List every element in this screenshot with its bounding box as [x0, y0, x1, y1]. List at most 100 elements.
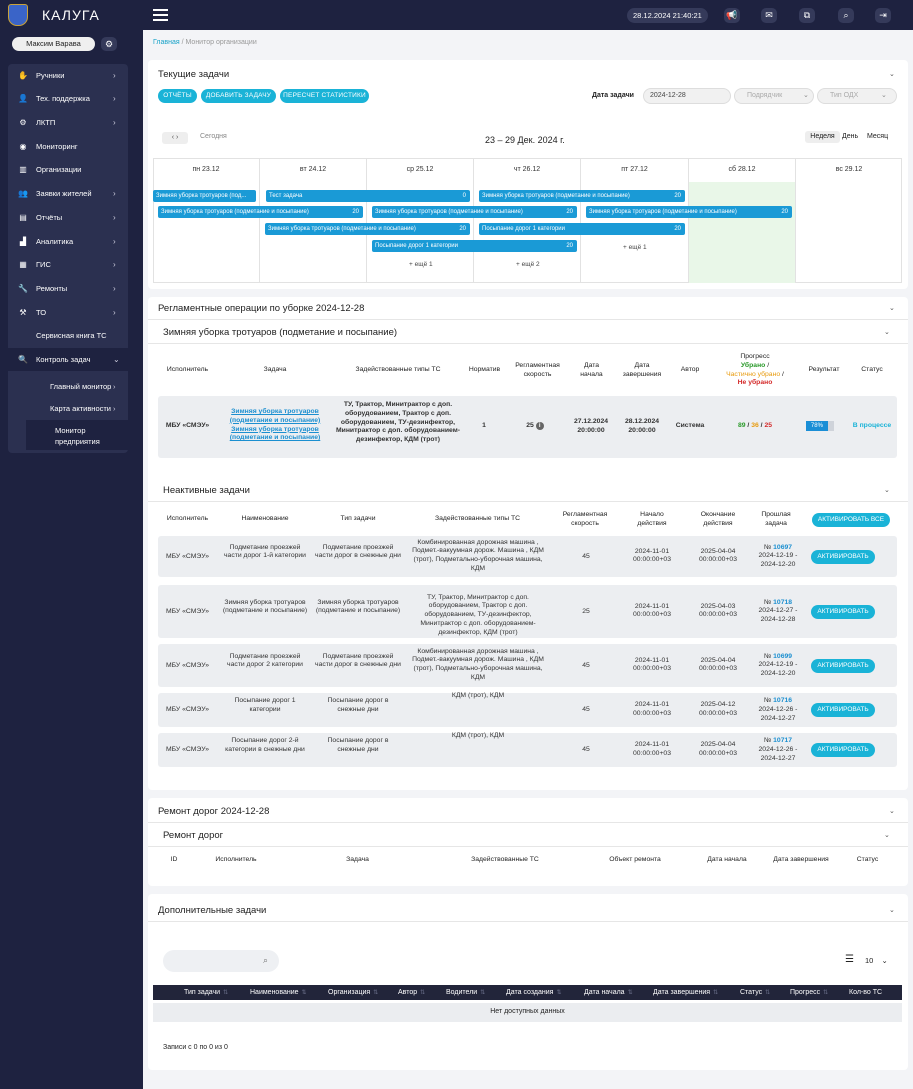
calendar-more-link[interactable]: + ещё 2	[516, 261, 540, 268]
sidebar-item-9[interactable]: 🔧 Ремонты ›	[8, 277, 128, 300]
calendar-event[interactable]: Посыпание дорог 1 категории 20	[372, 240, 577, 252]
search-icon: 🔍	[18, 355, 28, 364]
sidebar-item-7[interactable]: ▟ Аналитика ›	[8, 230, 128, 253]
chevron-right-icon: ›	[113, 94, 116, 103]
extra-col-header[interactable]: Водители ⇅	[446, 985, 485, 1000]
calendar-more-link[interactable]: + ещё 1	[409, 261, 433, 268]
activate-button[interactable]: АКТИВИРОВАТЬ	[811, 703, 875, 717]
calendar-today-button[interactable]: Сегодня	[200, 133, 227, 140]
task-date-input[interactable]: 2024-12-28	[643, 88, 731, 104]
chevron-down-icon[interactable]: ⌄	[889, 807, 895, 815]
extra-col-header[interactable]: Прогресс ⇅	[790, 985, 828, 1000]
menu-toggle-icon[interactable]	[153, 9, 168, 21]
megaphone-icon[interactable]: 📢	[724, 8, 740, 23]
add-task-button[interactable]: ДОБАВИТЬ ЗАДАЧУ	[201, 89, 276, 103]
sidebar-item-label: Аналитика	[36, 237, 74, 246]
sidebar-item-12[interactable]: 🔍 Контроль задач ⌄	[8, 348, 128, 371]
tools-icon: ⚒	[19, 308, 27, 317]
col-task: Задача	[263, 366, 287, 373]
extra-col-header[interactable]: Тип задачи ⇅	[184, 985, 228, 1000]
chevron-right-icon: ›	[113, 308, 116, 317]
calendar-event[interactable]: Зимняя уборка тротуаров (подметание и по…	[265, 223, 470, 235]
calendar-event[interactable]: Зимняя уборка тротуаров (подметание и по…	[586, 206, 792, 218]
activate-button[interactable]: АКТИВИРОВАТЬ	[811, 604, 875, 619]
sidebar-item-5[interactable]: 👥 Заявки жителей ›	[8, 182, 128, 205]
logout-icon[interactable]: ⇥	[875, 8, 891, 23]
wrench-icon: 🔧	[18, 284, 28, 293]
extra-col-header[interactable]: Статус ⇅	[740, 985, 770, 1000]
calendar-event[interactable]: Тест задача 0	[266, 190, 470, 202]
extra-col-header[interactable]: Организация ⇅	[328, 985, 378, 1000]
chevron-down-icon[interactable]: ⌄	[889, 70, 895, 78]
activate-button[interactable]: АКТИВИРОВАТЬ	[811, 549, 875, 564]
prev-task-link[interactable]: 10716	[773, 697, 792, 704]
contractor-select[interactable]: Подрядчик	[734, 88, 814, 104]
calendar-event[interactable]: Посыпание дорог 1 категории 20	[479, 223, 685, 235]
view-day-button[interactable]: День	[842, 133, 858, 140]
prev-task-link[interactable]: 10718	[773, 599, 792, 606]
sidebar-item-10[interactable]: ⚒ ТО ›	[8, 301, 128, 324]
list-icon[interactable]: ☰	[845, 954, 854, 965]
extra-col-header[interactable]: Кол-во ТС	[849, 985, 882, 1000]
sidebar-item-0[interactable]: ✋ Ручники ›	[8, 64, 128, 87]
prev-task-link[interactable]: 10697	[773, 544, 792, 551]
user-name[interactable]: Максим Варава	[12, 37, 95, 51]
chevron-down-icon[interactable]: ⌄	[884, 831, 890, 839]
sidebar-item-6[interactable]: ▤ Отчёты ›	[8, 206, 128, 229]
sidebar-item-3[interactable]: ◉ Мониторинг	[8, 135, 128, 158]
calendar-event[interactable]: Зимняя уборка тротуаров (под...	[153, 190, 256, 202]
chevron-right-icon: ›	[113, 237, 116, 246]
sidebar-item-label: Контроль задач	[36, 355, 91, 364]
task-link[interactable]: Зимняя уборка тротуаров (подметание и по…	[230, 426, 321, 442]
empty-message: Нет доступных данных	[490, 1008, 565, 1015]
calendar-more-link[interactable]: + ещё 1	[623, 244, 647, 251]
breadcrumb-home[interactable]: Главная	[153, 39, 180, 46]
page-size-select[interactable]: 10 ⌄	[865, 956, 888, 965]
activate-button[interactable]: АКТИВИРОВАТЬ	[811, 743, 875, 757]
activate-button[interactable]: АКТИВИРОВАТЬ	[811, 658, 875, 673]
sidebar-sub-main-monitor[interactable]: Главный монитор	[50, 382, 111, 391]
chevron-right-icon: ›	[113, 382, 116, 391]
reports-button[interactable]: ОТЧЁТЫ	[158, 89, 197, 103]
sidebar-item-1[interactable]: 👤 Тех. поддержка ›	[8, 87, 128, 110]
datetime-display: 28.12.2024 21:40:21	[627, 8, 708, 23]
calendar-prev-next[interactable]: ‹ ›	[162, 132, 188, 144]
sidebar-item-11[interactable]: Сервисная книга ТС	[8, 324, 128, 347]
extra-col-header[interactable]: Дата начала ⇅	[584, 985, 633, 1000]
activate-all-button[interactable]: АКТИВИРОВАТЬ ВСЕ	[812, 513, 890, 527]
sidebar-item-label: Организации	[36, 165, 82, 174]
prev-task-link[interactable]: 10717	[773, 737, 792, 744]
search-icon[interactable]: ⌕	[838, 8, 854, 23]
calendar-event[interactable]: Зимняя уборка тротуаров (подметание и по…	[158, 206, 363, 218]
stack-icon[interactable]: ⧉	[799, 8, 815, 23]
mail-icon[interactable]: ✉	[761, 8, 777, 23]
chevron-down-icon[interactable]: ⌄	[884, 328, 890, 336]
extra-col-header[interactable]: Дата создания ⇅	[506, 985, 561, 1000]
chevron-down-icon[interactable]: ⌄	[889, 304, 895, 312]
report-icon: ▤	[19, 213, 27, 222]
sidebar-item-2[interactable]: ⚙ ЛКТП ›	[8, 111, 128, 134]
extra-col-header[interactable]: Дата завершения ⇅	[653, 985, 718, 1000]
view-week-button[interactable]: Неделя	[805, 131, 840, 143]
calendar-event[interactable]: Зимняя уборка тротуаров (подметание и по…	[479, 190, 685, 202]
chevron-right-icon: ›	[113, 284, 116, 293]
user-icon: 👤	[18, 94, 28, 103]
breadcrumb: Главная / Монитор организации	[153, 39, 257, 46]
search-input[interactable]	[163, 950, 279, 972]
chevron-down-icon[interactable]: ⌄	[889, 906, 895, 914]
chevron-down-icon: ⌄	[113, 355, 120, 364]
task-link[interactable]: Зимняя уборка тротуаров (подметание и по…	[230, 408, 321, 424]
sidebar-sub-activity-map[interactable]: Карта активности	[50, 404, 111, 413]
prev-task-link[interactable]: 10699	[773, 653, 792, 660]
view-month-button[interactable]: Месяц	[867, 133, 888, 140]
sidebar-item-8[interactable]: ▦ ГИС ›	[8, 253, 128, 276]
recalc-stats-button[interactable]: ПЕРЕСЧЕТ СТАТИСТИКИ	[280, 89, 369, 103]
extra-col-header[interactable]: Наименование ⇅	[250, 985, 307, 1000]
task-date-label: Дата задачи	[592, 92, 634, 99]
chevron-down-icon[interactable]: ⌄	[884, 486, 890, 494]
sidebar-item-4[interactable]: ▥ Организации	[8, 158, 128, 181]
col-types: Задействованные типы ТС	[355, 366, 441, 373]
extra-col-header[interactable]: Автор ⇅	[398, 985, 425, 1000]
settings-gear-icon[interactable]: ⚙	[101, 37, 117, 51]
calendar-event[interactable]: Зимняя уборка тротуаров (подметание и по…	[372, 206, 577, 218]
